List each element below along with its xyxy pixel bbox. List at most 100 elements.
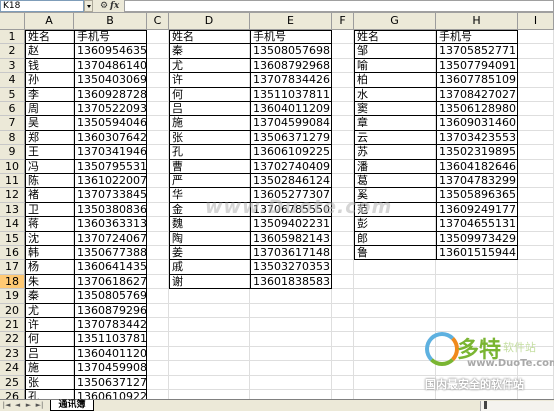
cell-e14[interactable]: 13509402231 xyxy=(250,217,332,232)
cell-a8[interactable]: 郑 xyxy=(25,130,74,146)
next-sheet-icon[interactable]: ► xyxy=(24,401,33,410)
cell-f2[interactable] xyxy=(332,44,354,59)
cell-i17[interactable] xyxy=(518,260,554,275)
cell-d14[interactable]: 魏 xyxy=(169,217,250,232)
cell-h4[interactable]: 13607785109 xyxy=(436,73,518,88)
cell-c8[interactable] xyxy=(147,130,169,146)
cell-e4[interactable]: 13707834426 xyxy=(250,73,332,88)
cell-c9[interactable] xyxy=(147,145,169,160)
row-header-9[interactable]: 9 xyxy=(0,145,25,160)
row-header-16[interactable]: 16 xyxy=(0,246,25,261)
cell-f21[interactable] xyxy=(332,318,354,333)
cell-e3[interactable]: 13608792968 xyxy=(250,58,332,74)
cell-d4[interactable]: 许 xyxy=(169,73,250,88)
cell-c1[interactable] xyxy=(147,30,169,45)
cell-i4[interactable] xyxy=(518,73,554,88)
row-header-11[interactable]: 11 xyxy=(0,174,25,189)
cell-f9[interactable] xyxy=(332,145,354,160)
cell-g4[interactable]: 柏 xyxy=(354,73,436,88)
cell-a15[interactable]: 沈 xyxy=(25,231,74,246)
cell-c2[interactable] xyxy=(147,44,169,59)
row-header-6[interactable]: 6 xyxy=(0,102,25,117)
cell-d7[interactable]: 施 xyxy=(169,116,250,131)
cell-e15[interactable]: 13605982143 xyxy=(250,231,332,246)
cell-e22[interactable] xyxy=(250,332,332,347)
row-header-8[interactable]: 8 xyxy=(0,130,25,146)
cell-e20[interactable] xyxy=(250,303,332,318)
cell-c24[interactable] xyxy=(147,361,169,376)
cell-e11[interactable]: 13502846124 xyxy=(250,174,332,189)
cell-f24[interactable] xyxy=(332,361,354,376)
cell-d19[interactable] xyxy=(169,289,250,304)
row-header-12[interactable]: 12 xyxy=(0,188,25,203)
cell-a21[interactable]: 许 xyxy=(25,318,74,333)
row-header-21[interactable]: 21 xyxy=(0,318,25,333)
cell-i16[interactable] xyxy=(518,246,554,261)
name-box[interactable]: K18 xyxy=(0,0,84,12)
cell-b6[interactable]: 13705220930 xyxy=(74,102,147,117)
column-header-i[interactable]: I xyxy=(518,13,554,30)
cell-b20[interactable]: 13608792968 xyxy=(74,303,147,318)
cell-h18[interactable] xyxy=(436,274,518,290)
cell-b15[interactable]: 13707240670 xyxy=(74,231,147,246)
cell-h12[interactable]: 13505896365 xyxy=(436,188,518,203)
cell-a6[interactable]: 周 xyxy=(25,102,74,117)
cell-g14[interactable]: 彭 xyxy=(354,217,436,232)
cell-b16[interactable]: 13506773888 xyxy=(74,246,147,261)
cell-a22[interactable]: 何 xyxy=(25,332,74,347)
cell-h11[interactable]: 13704783299 xyxy=(436,174,518,189)
cell-c14[interactable] xyxy=(147,217,169,232)
row-header-25[interactable]: 25 xyxy=(0,375,25,390)
cell-d1[interactable]: 姓名 xyxy=(169,30,250,45)
cell-h19[interactable] xyxy=(436,289,518,304)
cell-g11[interactable]: 葛 xyxy=(354,174,436,189)
cell-b25[interactable]: 13506371279 xyxy=(74,375,147,390)
cell-f26[interactable] xyxy=(332,390,354,399)
cell-c13[interactable] xyxy=(147,202,169,218)
cell-h3[interactable]: 13507794091 xyxy=(436,58,518,74)
name-box-dropdown-icon[interactable] xyxy=(84,0,93,12)
cell-i3[interactable] xyxy=(518,58,554,74)
row-header-15[interactable]: 15 xyxy=(0,231,25,246)
cell-a10[interactable]: 冯 xyxy=(25,159,74,174)
cell-d10[interactable]: 曹 xyxy=(169,159,250,174)
cell-h7[interactable]: 13609031460 xyxy=(436,116,518,131)
prev-sheet-icon[interactable]: ◄ xyxy=(13,401,22,410)
cell-f11[interactable] xyxy=(332,174,354,189)
cell-c5[interactable] xyxy=(147,87,169,102)
cell-c10[interactable] xyxy=(147,159,169,174)
cell-a26[interactable]: 孔 xyxy=(25,390,74,399)
cell-e1[interactable]: 手机号 xyxy=(250,30,332,45)
cell-b1[interactable]: 手机号 xyxy=(74,30,147,45)
cell-f22[interactable] xyxy=(332,332,354,347)
first-sheet-icon[interactable]: |◄ xyxy=(2,401,11,410)
cell-a3[interactable]: 钱 xyxy=(25,58,74,74)
cell-g10[interactable]: 潘 xyxy=(354,159,436,174)
cell-b13[interactable]: 13503808369 xyxy=(74,202,147,218)
cell-b12[interactable]: 13707338457 xyxy=(74,188,147,203)
cell-d23[interactable] xyxy=(169,346,250,362)
cell-a16[interactable]: 韩 xyxy=(25,246,74,261)
cell-g18[interactable] xyxy=(354,274,436,290)
cell-g20[interactable] xyxy=(354,303,436,318)
cell-d3[interactable]: 尤 xyxy=(169,58,250,74)
cell-h13[interactable]: 13609249177 xyxy=(436,202,518,218)
cell-i19[interactable] xyxy=(518,289,554,304)
cell-b11[interactable]: 13610220077 xyxy=(74,174,147,189)
cell-g1[interactable]: 姓名 xyxy=(354,30,436,45)
cell-c17[interactable] xyxy=(147,260,169,275)
cell-c21[interactable] xyxy=(147,318,169,333)
last-sheet-icon[interactable]: ►| xyxy=(35,401,44,410)
cell-f20[interactable] xyxy=(332,303,354,318)
cell-a24[interactable]: 施 xyxy=(25,361,74,376)
cell-h1[interactable]: 手机号 xyxy=(436,30,518,45)
row-header-23[interactable]: 23 xyxy=(0,346,25,362)
row-header-13[interactable]: 13 xyxy=(0,202,25,218)
cell-g15[interactable]: 郎 xyxy=(354,231,436,246)
cell-f19[interactable] xyxy=(332,289,354,304)
cell-e5[interactable]: 13511037811 xyxy=(250,87,332,102)
cell-i1[interactable] xyxy=(518,30,554,45)
cell-a13[interactable]: 卫 xyxy=(25,202,74,218)
row-header-2[interactable]: 2 xyxy=(0,44,25,59)
cell-f25[interactable] xyxy=(332,375,354,390)
